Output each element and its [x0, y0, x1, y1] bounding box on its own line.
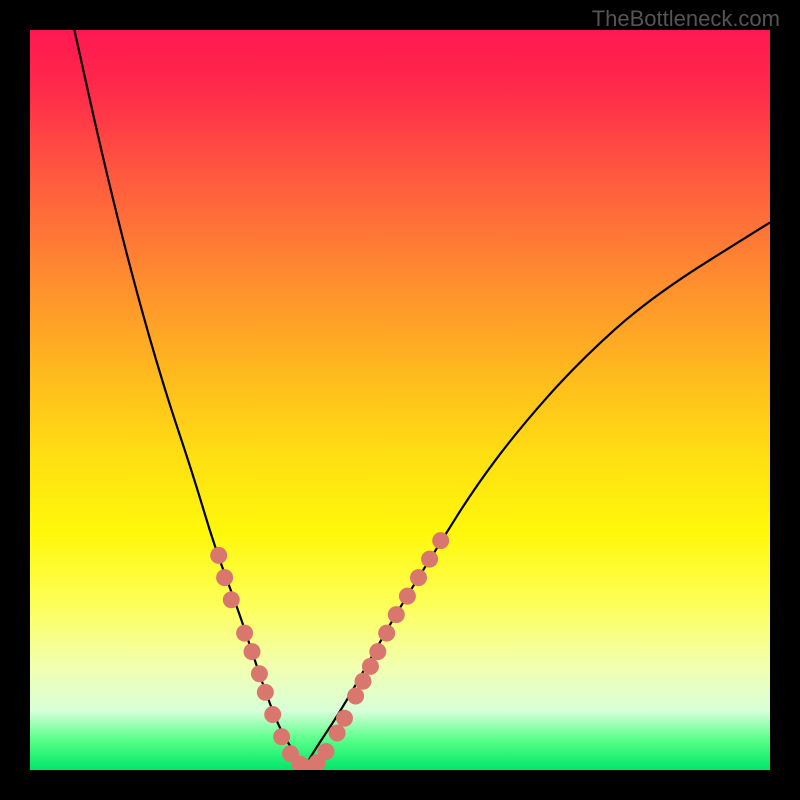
data-marker: [251, 665, 268, 682]
bottleneck-curve: [74, 30, 770, 766]
plot-area: [30, 30, 770, 770]
data-marker: [236, 625, 253, 642]
data-marker: [362, 658, 379, 675]
attribution-text: TheBottleneck.com: [592, 6, 780, 32]
data-marker: [223, 591, 240, 608]
data-marker: [264, 706, 281, 723]
data-marker: [378, 625, 395, 642]
data-marker: [399, 588, 416, 605]
data-marker: [329, 725, 346, 742]
data-marker: [257, 684, 274, 701]
marker-layer: [210, 532, 449, 770]
chart-svg: [30, 30, 770, 770]
data-marker: [216, 569, 233, 586]
data-marker: [273, 728, 290, 745]
data-marker: [355, 673, 372, 690]
data-marker: [210, 547, 227, 564]
data-marker: [421, 551, 438, 568]
data-marker: [432, 532, 449, 549]
data-marker: [388, 606, 405, 623]
data-marker: [369, 643, 386, 660]
data-marker: [347, 688, 364, 705]
data-marker: [244, 643, 261, 660]
data-marker: [336, 710, 353, 727]
data-marker: [410, 569, 427, 586]
data-marker: [318, 743, 335, 760]
